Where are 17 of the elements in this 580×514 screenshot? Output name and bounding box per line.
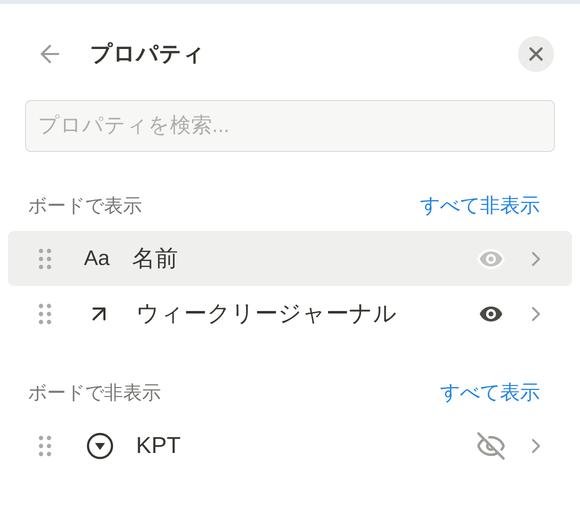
type-icon: Aa <box>84 246 120 270</box>
property-row[interactable]: KPT <box>8 418 572 473</box>
panel-title: プロパティ <box>90 40 206 68</box>
dropdown-circle-icon <box>86 432 114 460</box>
section-label: ボードで表示 <box>28 194 142 218</box>
search-field[interactable]: プロパティを検索... <box>25 100 555 152</box>
drag-handle-icon[interactable] <box>38 434 52 456</box>
close-button[interactable] <box>518 36 554 72</box>
drag-handle-icon[interactable] <box>38 302 52 324</box>
toggle-all-link[interactable]: すべて表示 <box>440 379 540 406</box>
toggle-all-link[interactable]: すべて非表示 <box>420 192 540 219</box>
property-row[interactable]: ウィークリージャーナル <box>8 286 572 341</box>
eye-off-icon[interactable] <box>476 430 506 460</box>
property-name: KPT <box>136 432 182 459</box>
property-name: 名前 <box>132 244 179 273</box>
property-name: ウィークリージャーナル <box>136 299 398 328</box>
section-label: ボードで非表示 <box>28 382 161 406</box>
